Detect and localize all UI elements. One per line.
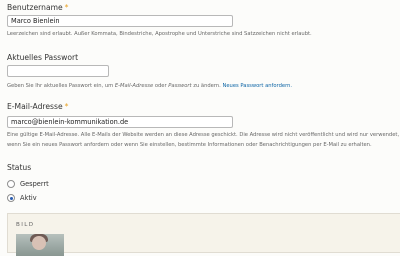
radio-button[interactable] [7, 180, 15, 188]
current-password-input[interactable] [7, 65, 109, 77]
required-marker: * [64, 3, 69, 12]
user-picture-face [32, 236, 46, 250]
current-password-desc-email: E-Mail-Adresse [114, 83, 154, 89]
current-password-label: Aktuelles Passwort [7, 53, 79, 62]
status-option-blocked[interactable]: Gesperrt [7, 179, 49, 189]
current-password-desc-after: zu ändern. [191, 83, 223, 89]
email-label-text: E-Mail-Adresse [7, 102, 63, 111]
username-input[interactable]: Marco Bienlein [7, 15, 233, 27]
status-label: Status [7, 163, 32, 172]
status-option-label: Gesperrt [20, 180, 49, 188]
radio-button-checked[interactable] [7, 194, 15, 202]
picture-legend: BILD [16, 222, 35, 228]
status-option-label: Aktiv [20, 194, 37, 202]
username-label-text: Benutzername [7, 3, 63, 12]
username-description: Leerzeichen sind erlaubt. Außer Kommata,… [7, 31, 312, 37]
current-password-description: Geben Sie Ihr aktuelles Passwort ein, um… [7, 81, 396, 91]
required-marker: * [64, 102, 69, 111]
current-password-desc-password: Passwort [168, 83, 192, 89]
email-description-line2: wenn Sie ein neues Passwort anfordern od… [7, 142, 372, 148]
username-label: Benutzername * [7, 3, 68, 12]
current-password-desc-before: Geben Sie Ihr aktuelles Passwort ein, um [7, 83, 115, 89]
current-password-desc-or: oder [153, 83, 169, 89]
email-input[interactable]: marco@bienlein-kommunikation.de [7, 116, 233, 128]
request-new-password-link[interactable]: Neues Passwort anfordern. [222, 83, 292, 89]
email-label: E-Mail-Adresse * [7, 102, 68, 111]
email-description-line1: Eine gültige E-Mail-Adresse. Alle E-Mail… [7, 132, 400, 138]
status-option-active[interactable]: Aktiv [7, 193, 37, 203]
picture-fieldset: BILD [7, 213, 400, 256]
user-picture-thumbnail [16, 234, 64, 256]
